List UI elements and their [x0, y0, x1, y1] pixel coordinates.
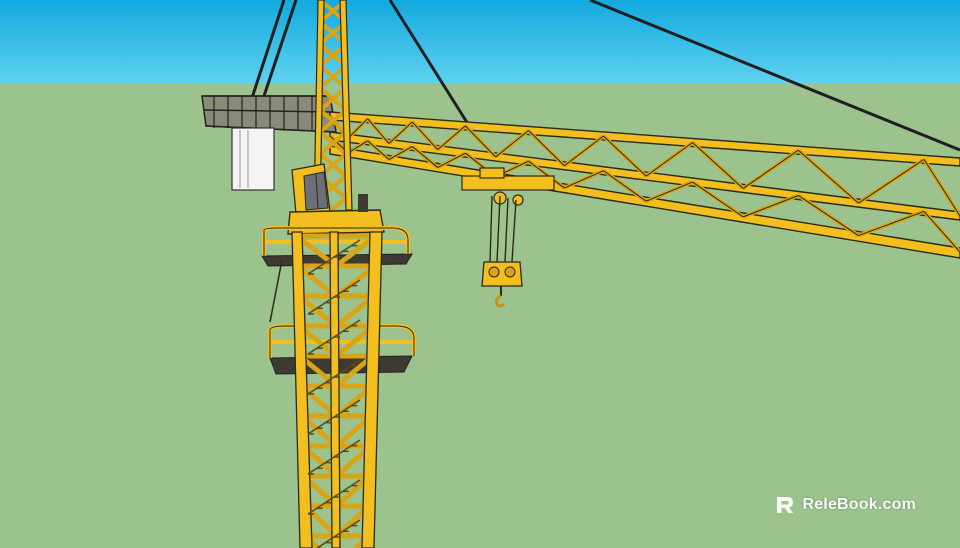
operator-cab: [291, 163, 331, 215]
watermark-brand: ReleBook.com: [802, 496, 916, 513]
sky: [0, 0, 960, 84]
relebook-logo-icon: [777, 497, 794, 513]
watermark: ReleBook.com: [774, 494, 916, 516]
model-viewport: ReleBook.com: [0, 0, 960, 548]
counterweight: [231, 127, 275, 191]
crane-scene: [0, 0, 960, 548]
